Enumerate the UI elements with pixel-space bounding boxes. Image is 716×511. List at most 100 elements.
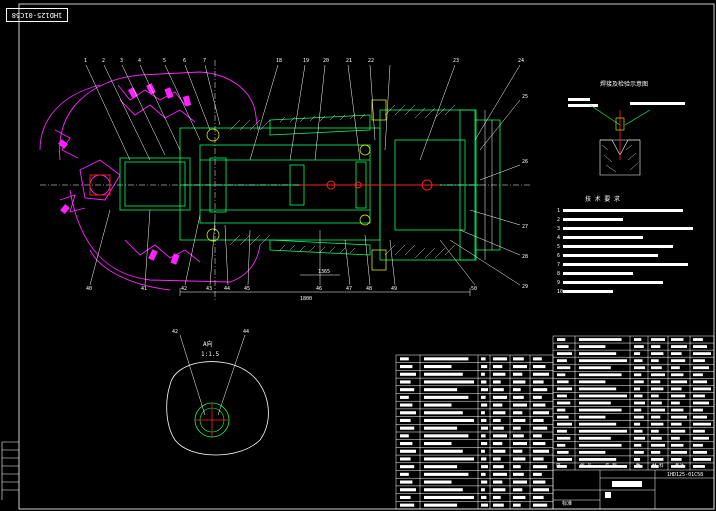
- bom-cell-text: [424, 503, 458, 507]
- bom-cell-text: [481, 357, 486, 361]
- bom-cell-text: [400, 426, 415, 430]
- bom-cell-text: [424, 434, 469, 438]
- bom-cell-text: [533, 480, 546, 484]
- bom-cell-text: [400, 442, 413, 446]
- bom-cell-text: [671, 401, 680, 405]
- bom-cell-text: [424, 357, 469, 361]
- bom-cell-text: [493, 357, 507, 361]
- bom-cell-text: [481, 411, 485, 415]
- svg-text:29: 29: [522, 284, 528, 290]
- svg-text:1: 1: [84, 58, 87, 64]
- bom-cell-text: [493, 457, 501, 461]
- bom-cell-text: [533, 365, 546, 369]
- bom-cell-text: [533, 388, 548, 392]
- bom-cell-text: [513, 480, 527, 484]
- bom-cell-text: [671, 415, 687, 419]
- bom-cell-text: [513, 380, 526, 384]
- bom-cell-text: [693, 401, 709, 405]
- bom-cell-text: [481, 488, 485, 492]
- bom-cell-text: [693, 458, 711, 461]
- bom-cell-text: [513, 449, 523, 453]
- bom-cell-text: [400, 495, 411, 500]
- bom-cell-text: [533, 488, 549, 492]
- bom-cell-text: [481, 388, 488, 392]
- bom-cell-text: [400, 472, 409, 476]
- svg-text:9: 9: [557, 280, 560, 286]
- bom-cell-text: [400, 388, 415, 392]
- bom-cell-text: [424, 426, 458, 430]
- bom-cell-text: [693, 352, 711, 356]
- bom-cell-text: [493, 395, 507, 399]
- bom-cell-text: [533, 472, 542, 476]
- bom-cell-text: [634, 338, 642, 341]
- svg-text:42: 42: [172, 329, 178, 335]
- bom-cell-text: [671, 338, 684, 341]
- bom-cell-text: [557, 401, 571, 405]
- bom-cell-text: [533, 426, 548, 430]
- bom-cell-text: [513, 411, 523, 415]
- bom-cell-text: [557, 415, 569, 419]
- bom-cell-text: [671, 380, 687, 384]
- bom-cell-text: [651, 373, 665, 377]
- bom-cell-text: [400, 380, 411, 384]
- svg-text:26: 26: [522, 159, 528, 165]
- bom-cell-text: [579, 373, 622, 377]
- svg-text:1HD125-01C58: 1HD125-01C58: [667, 472, 703, 478]
- bom-cell-text: [400, 434, 409, 438]
- bom-cell-text: [634, 373, 642, 377]
- bom-cell-text: [671, 394, 686, 398]
- svg-text:19: 19: [303, 58, 309, 64]
- bom-cell-text: [424, 372, 463, 376]
- bom-cell-text: [533, 403, 546, 407]
- bom-cell-text: [400, 457, 411, 461]
- bom-cell-text: [557, 394, 567, 398]
- cad-drawing-canvas[interactable]: 1 2 3 4 5 6 7 18 19 20 21 22 23 24 25 26…: [0, 0, 716, 511]
- center-lines: [40, 60, 530, 300]
- cutter-teeth: [58, 83, 192, 265]
- bom-cell-text: [533, 372, 549, 376]
- svg-text:44: 44: [243, 329, 249, 335]
- bom-cell-text: [557, 345, 569, 348]
- svg-text:1: 1: [557, 208, 560, 214]
- bom-cell-text: [557, 443, 566, 447]
- bom-cell-text: [671, 359, 686, 363]
- bom-cell-text: [693, 366, 709, 370]
- bom-cell-text: [579, 345, 606, 348]
- bom-cell-text: [579, 422, 617, 426]
- bom-cell-text: [481, 395, 486, 399]
- bom-cell-text: [400, 449, 416, 453]
- bom-cell-text: [634, 345, 644, 348]
- svg-text:5: 5: [163, 58, 166, 64]
- bom-cell-text: [493, 380, 501, 384]
- svg-text:A向: A向: [203, 340, 213, 348]
- svg-text:4: 4: [138, 58, 141, 64]
- bom-cell-text: [634, 380, 644, 384]
- bom-cell-text: [424, 488, 463, 492]
- bom-cell-text: [400, 372, 416, 376]
- bom-cell-text: [424, 495, 474, 500]
- bom-cell-text: [693, 394, 705, 398]
- bom-cell-text: [557, 380, 569, 384]
- bom-cell-text: [513, 403, 527, 407]
- bom-cell-text: [693, 429, 705, 433]
- svg-text:7: 7: [557, 262, 560, 268]
- bom-cell-text: [493, 472, 507, 476]
- svg-text:40: 40: [86, 286, 92, 292]
- bom-cell-text: [557, 436, 571, 440]
- svg-text:41: 41: [141, 286, 147, 292]
- bom-cell-text: [634, 359, 643, 363]
- bom-cell-text: [557, 422, 572, 426]
- bom-cell-text: [493, 411, 506, 415]
- bom-cell-text: [693, 338, 703, 341]
- bom-cell-text: [651, 436, 662, 440]
- svg-text:49: 49: [391, 286, 397, 292]
- bom-cell-text: [651, 394, 659, 398]
- svg-text:2: 2: [557, 217, 560, 223]
- svg-text:44: 44: [224, 286, 230, 292]
- svg-text:4: 4: [557, 235, 560, 241]
- bom-cell-text: [651, 387, 664, 391]
- bom-cell-text: [513, 388, 521, 392]
- bom-cell-text: [693, 408, 703, 412]
- svg-text:6: 6: [183, 58, 186, 64]
- bom-cell-text: [400, 465, 415, 469]
